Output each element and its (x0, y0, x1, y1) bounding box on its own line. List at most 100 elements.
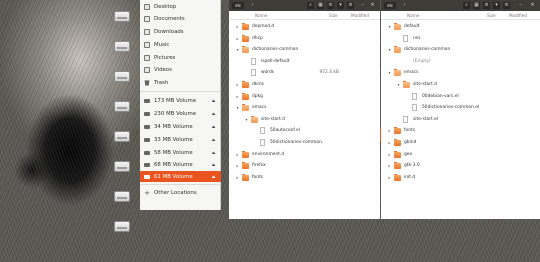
file-row[interactable]: ▸ init.d (381, 172, 540, 183)
sidebar-item-downloads[interactable]: Downloads (140, 26, 221, 37)
close-icon[interactable]: ✕ (369, 2, 376, 9)
sidebar-item-pictures[interactable]: Pictures (140, 52, 221, 63)
file-row[interactable]: 50dictionaries-common.el (229, 137, 380, 148)
file-row[interactable]: (Empty) (381, 56, 540, 67)
sidebar-item-other-locations[interactable]: + Other Locations (140, 187, 221, 198)
chevron-right-icon[interactable]: › (401, 2, 408, 9)
sidebar-item-desktop[interactable]: Desktop (140, 1, 221, 12)
file-row[interactable]: ▸ environment.d (229, 149, 380, 160)
expander-closed-icon[interactable]: ▸ (387, 160, 392, 171)
drive-icon[interactable] (114, 101, 130, 112)
expander-closed-icon[interactable]: ▸ (387, 137, 392, 148)
file-row[interactable]: ▸ fonts (381, 125, 540, 136)
column-size[interactable]: Size (487, 11, 496, 20)
eject-icon[interactable]: ⏏ (211, 98, 216, 103)
drive-icon[interactable] (114, 11, 130, 22)
sidebar-volume-173mb[interactable]: 173 MB Volume ⏏ (140, 95, 221, 106)
file-row[interactable]: nss (381, 33, 540, 44)
file-row[interactable]: ▾ default (381, 21, 540, 32)
sidebar-item-trash[interactable]: Trash (140, 77, 221, 88)
sidebar-item-music[interactable]: Music (140, 39, 221, 50)
chevron-down-icon[interactable]: ▾ (493, 2, 500, 9)
sidebar-volume-68mb[interactable]: 68 MB Volume ⏏ (140, 159, 221, 170)
expander-open-icon[interactable]: ▾ (235, 102, 240, 113)
file-row[interactable]: ▾ site-start.d (381, 79, 540, 90)
expander-open-icon[interactable]: ▾ (387, 44, 392, 55)
expander-closed-icon[interactable]: ▸ (387, 125, 392, 136)
file-row[interactable]: ▾ emacs (381, 67, 540, 78)
file-row[interactable]: ▸ fonts (229, 172, 380, 183)
search-icon[interactable]: ⌕ (463, 2, 470, 9)
file-row[interactable]: site-start.el (381, 114, 540, 125)
eject-icon[interactable]: ⏏ (211, 111, 216, 116)
file-row[interactable]: ▸ geo (381, 149, 540, 160)
chevron-right-icon[interactable]: › (249, 2, 256, 9)
expander-closed-icon[interactable]: ▸ (235, 33, 240, 44)
eject-icon[interactable]: ⏏ (211, 174, 216, 179)
column-modified[interactable]: Modified (351, 11, 369, 20)
column-modified[interactable]: Modified (509, 11, 527, 20)
minimize-icon[interactable]: – (359, 2, 366, 9)
sidebar-item-videos[interactable]: Videos (140, 64, 221, 75)
column-size[interactable]: Size (329, 11, 338, 20)
expander-closed-icon[interactable]: ▸ (387, 172, 392, 183)
sidebar-item-documents[interactable]: Documents (140, 13, 221, 24)
path-crumb[interactable]: etc (384, 2, 397, 9)
chevron-down-icon[interactable]: ▾ (337, 2, 344, 9)
expander-closed-icon[interactable]: ▸ (235, 21, 240, 32)
eject-icon[interactable]: ⏏ (211, 137, 216, 142)
drive-icon[interactable] (114, 191, 130, 202)
file-row[interactable]: ▸ dkms (229, 79, 380, 90)
eject-icon[interactable]: ⏏ (211, 162, 216, 167)
list-view-icon[interactable]: ≡ (327, 2, 334, 9)
file-row[interactable]: ispell-default (229, 56, 380, 67)
file-row[interactable]: ▸ depmod.d (229, 21, 380, 32)
path-crumb[interactable]: etc (232, 2, 245, 9)
menu-icon[interactable]: ≡ (503, 2, 510, 9)
sidebar-volume-61mb[interactable]: 61 MB Volume ⏏ (140, 171, 221, 182)
eject-icon[interactable]: ⏏ (211, 150, 216, 155)
expander-closed-icon[interactable]: ▸ (235, 172, 240, 183)
file-row[interactable]: 00debian-vars.el (381, 91, 540, 102)
file-row[interactable]: words 972.4 kB (229, 67, 380, 78)
drive-icon[interactable] (114, 131, 130, 142)
file-row[interactable]: ▸ gbind (381, 137, 540, 148)
expander-closed-icon[interactable]: ▸ (387, 149, 392, 160)
file-row[interactable]: 50autoconf.el (229, 125, 380, 136)
menu-icon[interactable]: ≡ (347, 2, 354, 9)
expander-closed-icon[interactable]: ▸ (235, 79, 240, 90)
expander-open-icon[interactable]: ▾ (235, 44, 240, 55)
file-row[interactable]: ▾ dictionaries-common (229, 44, 380, 55)
expander-open-icon[interactable]: ▾ (387, 67, 392, 78)
expander-open-icon[interactable]: ▾ (387, 21, 392, 32)
column-name[interactable]: Name (255, 11, 267, 20)
file-row[interactable]: ▸ gtk-3.0 (381, 160, 540, 171)
file-row[interactable]: 50dictionaries-common.el (381, 102, 540, 113)
drive-icon[interactable] (114, 71, 130, 82)
file-row[interactable]: ▸ firefox (229, 160, 380, 171)
drive-icon[interactable] (114, 41, 130, 52)
list-view-icon[interactable]: ≡ (483, 2, 490, 9)
minimize-icon[interactable]: – (517, 2, 524, 9)
sidebar-volume-58mb[interactable]: 58 MB Volume ⏏ (140, 147, 221, 158)
expander-closed-icon[interactable]: ▸ (235, 91, 240, 102)
eject-icon[interactable]: ⏏ (211, 124, 216, 129)
grid-view-icon[interactable]: ▦ (473, 2, 480, 9)
file-row[interactable]: ▸ dpkg (229, 91, 380, 102)
file-row[interactable]: ▾ emacs (229, 102, 380, 113)
expander-closed-icon[interactable]: ▸ (235, 149, 240, 160)
file-row[interactable]: ▾ dictionaries-common (381, 44, 540, 55)
file-row[interactable]: ▾ site-start.d (229, 114, 380, 125)
search-icon[interactable]: ⌕ (307, 2, 314, 9)
sidebar-volume-33mb[interactable]: 33 MB Volume ⏏ (140, 134, 221, 145)
file-row[interactable]: ▸ dhcp (229, 33, 380, 44)
expander-open-icon[interactable]: ▾ (244, 114, 249, 125)
close-icon[interactable]: ✕ (529, 2, 536, 9)
expander-open-icon[interactable]: ▾ (396, 79, 401, 90)
drive-icon[interactable] (114, 161, 130, 172)
sidebar-volume-34mb[interactable]: 34 MB Volume ⏏ (140, 121, 221, 132)
grid-view-icon[interactable]: ▦ (317, 2, 324, 9)
sidebar-volume-230mb[interactable]: 230 MB Volume ⏏ (140, 108, 221, 119)
drive-icon[interactable] (114, 221, 130, 232)
column-name[interactable]: Name (407, 11, 419, 20)
